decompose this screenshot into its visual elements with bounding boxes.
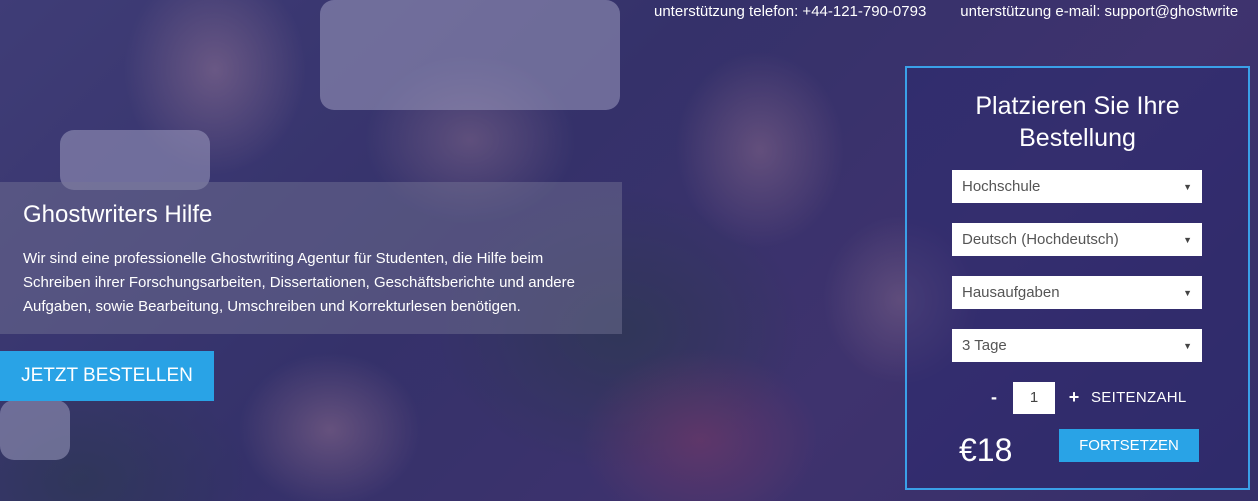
academic-level-select[interactable]: Hochschule ▼ (952, 170, 1202, 203)
paper-type-value: Hausaufgaben (962, 284, 1060, 301)
decrease-pages-button[interactable]: - (987, 387, 1001, 408)
caret-down-icon: ▼ (1183, 181, 1192, 192)
increase-pages-button[interactable]: + (1067, 387, 1081, 408)
hero-description: Wir sind eine professionelle Ghostwritin… (23, 250, 575, 315)
caret-down-icon: ▼ (1183, 287, 1192, 298)
order-price: €18 (959, 432, 1013, 468)
deadline-value: 3 Tage (962, 337, 1007, 354)
page-count-label: SEITENZAHL (1091, 389, 1187, 406)
caret-down-icon: ▼ (1183, 340, 1192, 351)
background-shirt-shape (60, 130, 210, 190)
language-value: Deutsch (Hochdeutsch) (962, 231, 1119, 248)
order-now-button[interactable]: JETZT BESTELLEN (0, 351, 214, 401)
support-email-link[interactable]: unterstützung e-mail: support@ghostwrite (960, 3, 1238, 20)
order-form-panel: Platzieren Sie Ihre Bestellung Hochschul… (905, 66, 1250, 490)
page-count-stepper: - 1 + SEITENZAHL (987, 381, 1187, 414)
support-phone-link[interactable]: unterstützung telefon: +44-121-790-0793 (654, 3, 926, 20)
language-select[interactable]: Deutsch (Hochdeutsch) ▼ (952, 223, 1202, 256)
hero-title: Ghostwriters Hilfe (23, 201, 213, 228)
support-topbar: unterstützung telefon: +44-121-790-0793 … (654, 3, 1258, 20)
background-shirt-shape (320, 0, 620, 110)
order-form-title: Platzieren Sie Ihre Bestellung (975, 92, 1180, 152)
deadline-select[interactable]: 3 Tage ▼ (952, 329, 1202, 362)
caret-down-icon: ▼ (1183, 234, 1192, 245)
academic-level-value: Hochschule (962, 178, 1041, 195)
page-count-input[interactable]: 1 (1013, 381, 1055, 414)
paper-type-select[interactable]: Hausaufgaben ▼ (952, 276, 1202, 309)
continue-button[interactable]: FORTSETZEN (1059, 429, 1199, 462)
background-shirt-shape (0, 400, 70, 460)
